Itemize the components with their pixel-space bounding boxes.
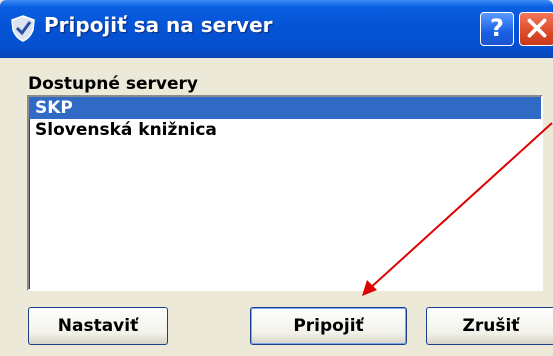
title-bar[interactable]: Pripojiť sa na server ? bbox=[0, 0, 553, 58]
list-item-skp[interactable]: SKP bbox=[29, 97, 541, 119]
close-icon bbox=[527, 18, 547, 38]
window-title: Pripojiť sa na server bbox=[44, 13, 273, 37]
app-shield-icon bbox=[11, 15, 35, 42]
servers-listbox[interactable]: SKP Slovenská knižnica bbox=[27, 95, 543, 291]
cancel-button[interactable]: Zrušiť bbox=[426, 307, 553, 345]
connect-button[interactable]: Pripojiť bbox=[250, 307, 407, 345]
help-button[interactable]: ? bbox=[480, 12, 514, 46]
close-button[interactable] bbox=[519, 12, 553, 46]
settings-button[interactable]: Nastaviť bbox=[28, 307, 168, 345]
servers-list-label: Dostupné servery bbox=[28, 74, 198, 94]
question-mark-icon: ? bbox=[490, 14, 504, 42]
dialog-body: Dostupné servery SKP Slovenská knižnica … bbox=[0, 58, 553, 356]
list-item-slovenska-kniznica[interactable]: Slovenská knižnica bbox=[29, 119, 541, 141]
